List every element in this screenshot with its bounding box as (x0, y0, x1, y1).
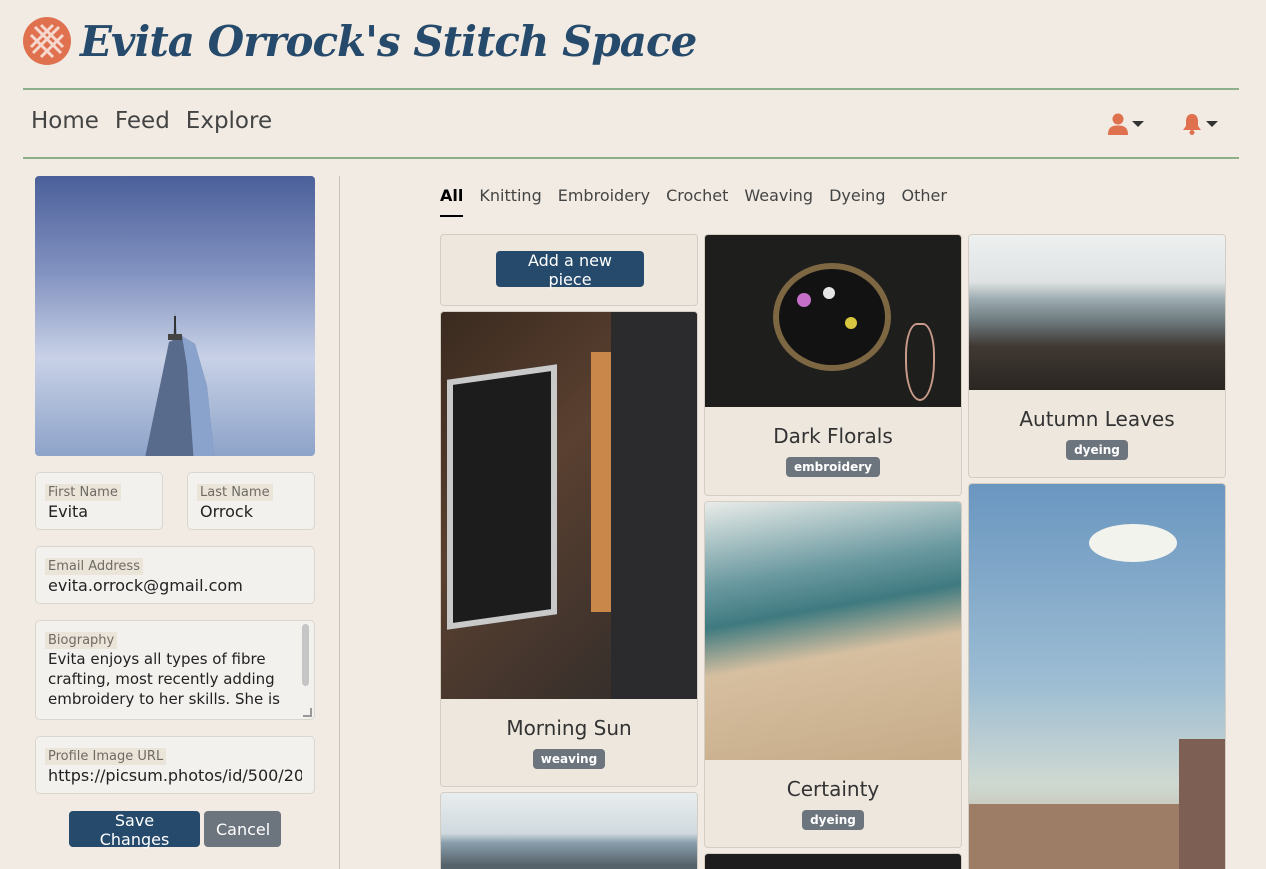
main-nav: Home Feed Explore (31, 108, 272, 134)
nav-home-link[interactable]: Home (31, 108, 99, 134)
tab-all[interactable]: All (440, 186, 464, 217)
nav-actions (1108, 113, 1218, 135)
profile-image (35, 176, 315, 456)
cancel-button[interactable]: Cancel (204, 811, 281, 847)
card-image (705, 235, 961, 407)
gallery-card-partial[interactable] (704, 853, 962, 869)
last-name-value: Orrock (200, 502, 253, 521)
card-title: Certainty (786, 777, 880, 801)
gallery-card-certainty[interactable]: Certainty dyeing (704, 501, 962, 848)
card-title: Dark Florals (773, 424, 893, 448)
last-name-field[interactable]: Last Name Orrock (187, 472, 315, 530)
tab-embroidery[interactable]: Embroidery (558, 186, 650, 217)
last-name-label: Last Name (197, 484, 273, 501)
email-value: evita.orrock@gmail.com (48, 576, 243, 595)
first-name-value: Evita (48, 502, 89, 521)
card-image (441, 793, 697, 869)
chevron-down-icon (1132, 121, 1144, 127)
image-url-value: https://picsum.photos/id/500/200 (48, 766, 302, 785)
notifications-dropdown[interactable] (1182, 113, 1218, 135)
first-name-label: First Name (45, 484, 121, 501)
biography-textarea[interactable]: Biography Evita enjoys all types of fibr… (35, 620, 315, 720)
tab-other[interactable]: Other (901, 186, 946, 217)
category-tabs: All Knitting Embroidery Crochet Weaving … (440, 186, 947, 217)
user-icon (1108, 113, 1128, 135)
card-tag-badge: weaving (532, 749, 606, 769)
add-piece-card: Add a new piece (440, 234, 698, 306)
email-field[interactable]: Email Address evita.orrock@gmail.com (35, 546, 315, 604)
gallery-card-dark-florals[interactable]: Dark Florals embroidery (704, 234, 962, 496)
header-rule-top (23, 88, 1239, 90)
tab-weaving[interactable]: Weaving (744, 186, 813, 217)
nav-feed-link[interactable]: Feed (115, 108, 170, 134)
gallery-card-skyline[interactable] (968, 483, 1226, 869)
tab-dyeing[interactable]: Dyeing (829, 186, 885, 217)
card-title: Morning Sun (506, 716, 632, 740)
card-image (969, 484, 1225, 869)
profile-image-url-field[interactable]: Profile Image URL https://picsum.photos/… (35, 736, 315, 794)
save-changes-button[interactable]: Save Changes (69, 811, 200, 849)
card-image (441, 312, 697, 699)
first-name-field[interactable]: First Name Evita (35, 472, 163, 530)
gallery-card-morning-sun[interactable]: Morning Sun weaving (440, 311, 698, 787)
card-tag-badge: dyeing (1066, 440, 1128, 460)
card-image (705, 854, 961, 869)
biography-value: Evita enjoys all types of fibre crafting… (48, 650, 280, 707)
chevron-down-icon (1206, 121, 1218, 127)
sidebar-divider (339, 176, 340, 869)
gallery-card-autumn-leaves[interactable]: Autumn Leaves dyeing (968, 234, 1226, 478)
resize-handle-icon[interactable] (303, 708, 312, 717)
profile-dropdown[interactable] (1108, 113, 1144, 135)
site-brand[interactable]: Evita Orrock's Stitch Space (23, 15, 697, 67)
profile-sidebar (35, 176, 315, 456)
site-title: Evita Orrock's Stitch Space (80, 16, 697, 66)
gallery-card-partial[interactable] (440, 792, 698, 869)
nav-explore-link[interactable]: Explore (186, 108, 272, 134)
card-tag-badge: embroidery (786, 457, 880, 477)
card-image (705, 502, 961, 760)
lattice-logo-icon (23, 17, 71, 65)
card-tag-badge: dyeing (802, 810, 864, 830)
header-rule-bottom (23, 157, 1239, 159)
biography-scrollbar[interactable] (302, 624, 309, 686)
card-title: Autumn Leaves (1019, 407, 1175, 431)
bell-icon (1183, 114, 1201, 135)
email-label: Email Address (45, 558, 143, 575)
add-new-piece-button[interactable]: Add a new piece (496, 251, 644, 289)
image-url-label: Profile Image URL (45, 748, 167, 765)
tab-knitting[interactable]: Knitting (479, 186, 541, 217)
tab-crochet[interactable]: Crochet (666, 186, 728, 217)
card-image (969, 235, 1225, 390)
biography-label: Biography (45, 632, 118, 649)
